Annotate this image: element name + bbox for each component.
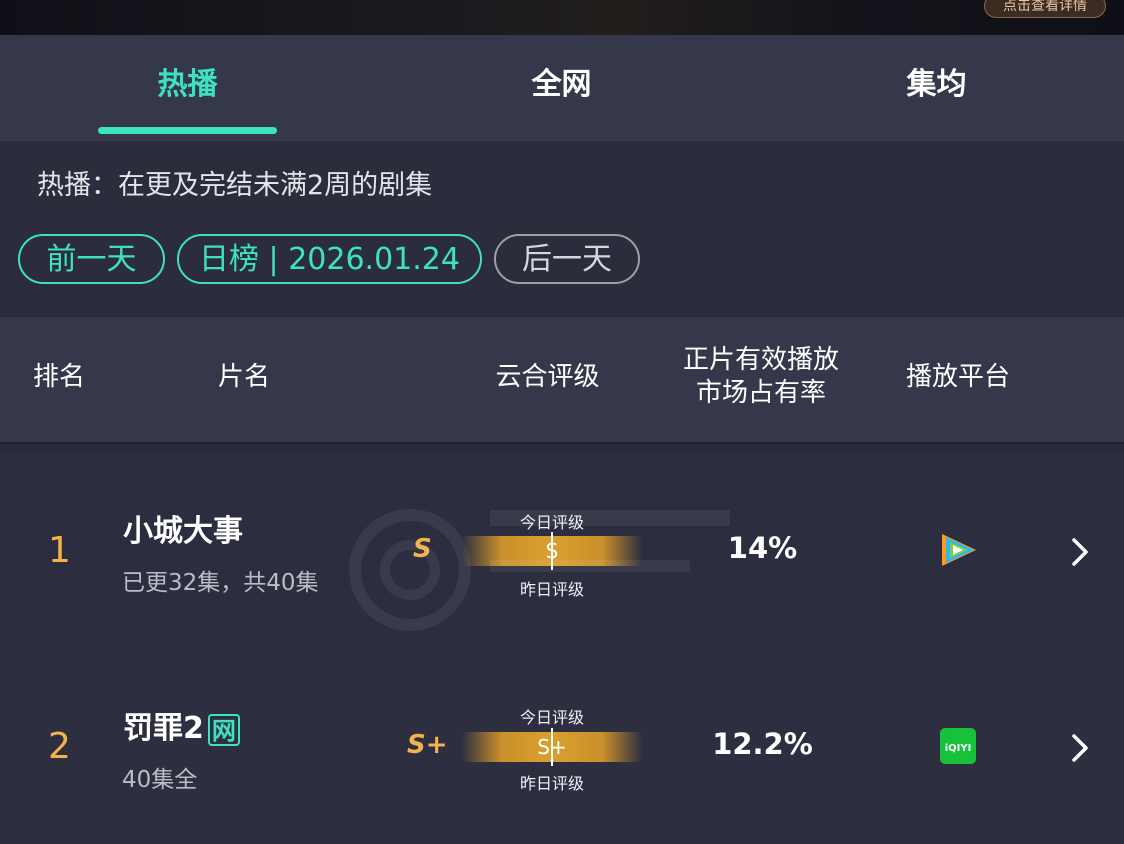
rank-number: 2	[48, 726, 71, 767]
market-share: 12.2%	[712, 727, 813, 761]
network-badge: 网	[207, 713, 240, 746]
gauge-grade: S+	[537, 735, 567, 759]
rank-number: 1	[48, 530, 71, 571]
header-share-line1: 正片有效播放	[682, 345, 839, 375]
header-platform: 播放平台	[905, 362, 1010, 392]
iqiyi-icon[interactable]: iQIYI	[936, 724, 980, 768]
category-description: 热播：在更及完结未满2周的剧集	[37, 170, 433, 201]
show-title: 小城大事	[123, 514, 243, 549]
header-rating: 云合评级	[495, 362, 600, 392]
grade-label: S+	[407, 730, 448, 760]
show-title: 罚罪2	[123, 711, 204, 746]
rating-gauge: S	[462, 532, 642, 570]
info-section: 热播：在更及完结未满2周的剧集 前一天 日榜 | 2026.01.24 后一天	[0, 141, 1124, 317]
today-rating-label: 今日评级	[519, 708, 584, 727]
tencent-video-icon[interactable]	[936, 528, 980, 572]
active-tab-indicator	[98, 127, 277, 134]
tab-bar: 热播 全网 集均	[0, 35, 1124, 141]
show-title-wrapper: 罚罪2 网	[123, 703, 240, 747]
chevron-right-icon[interactable]	[1068, 733, 1092, 763]
today-rating-label: 今日评级	[519, 513, 584, 532]
ranking-row[interactable]: 2 罚罪2 网 40集全 S+ 今日评级 S+ 昨日评级 12.2% iQIYI	[0, 648, 1124, 844]
table-header: 排名 片名 云合评级 正片有效播放 市场占有率 播放平台	[0, 317, 1124, 444]
grade-label: S	[413, 534, 432, 564]
rating-gauge: S+	[462, 728, 642, 766]
market-share: 14%	[727, 531, 798, 565]
ranking-row[interactable]: 1 小城大事 已更32集，共40集 S 今日评级 S 昨日评级 14%	[0, 452, 1124, 648]
yesterday-rating-label: 昨日评级	[519, 580, 584, 599]
header-rank: 排名	[32, 362, 85, 392]
top-banner: 点击查看详情	[0, 0, 1124, 35]
current-date-button[interactable]: 日榜 | 2026.01.24	[177, 234, 482, 284]
gauge-grade: S	[545, 539, 559, 563]
tab-episode-average[interactable]: 集均	[847, 63, 1026, 107]
header-title: 片名	[217, 362, 270, 392]
next-day-button[interactable]: 后一天	[494, 234, 640, 284]
chevron-right-icon[interactable]	[1068, 537, 1092, 567]
yesterday-rating-label: 昨日评级	[519, 774, 584, 793]
view-details-button[interactable]: 点击查看详情	[984, 0, 1106, 18]
tab-hot[interactable]: 热播	[98, 63, 277, 107]
svg-text:iQIYI: iQIYI	[945, 743, 972, 754]
episode-status: 40集全	[122, 767, 198, 793]
header-share-line2: 市场占有率	[695, 378, 826, 408]
episode-status: 已更32集，共40集	[122, 570, 319, 596]
tab-all-network[interactable]: 全网	[472, 63, 651, 107]
prev-day-button[interactable]: 前一天	[18, 234, 165, 284]
